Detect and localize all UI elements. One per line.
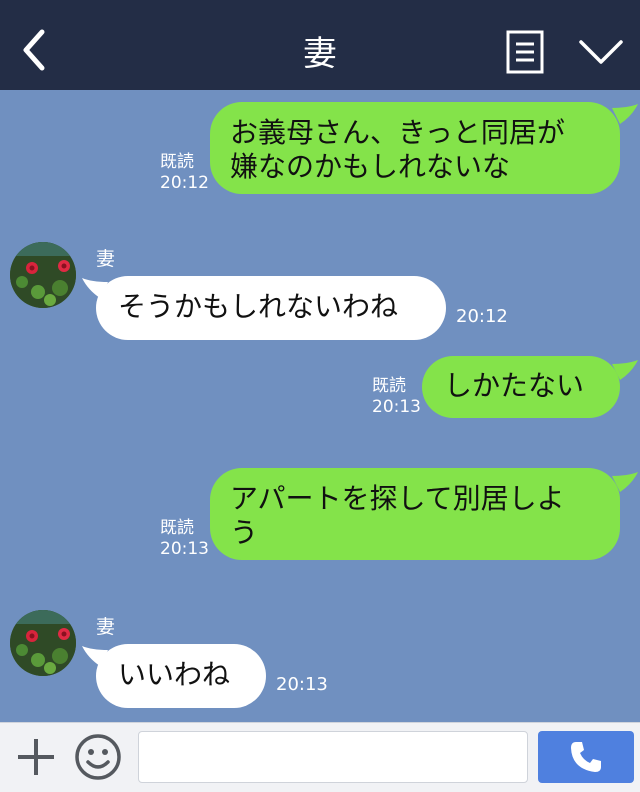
bubble-tail bbox=[612, 104, 638, 124]
bubble-tail bbox=[612, 360, 638, 380]
message-meta: 既読 20:12 bbox=[160, 152, 209, 194]
smiley-icon[interactable] bbox=[74, 733, 122, 781]
message-text: いいわね bbox=[118, 658, 231, 691]
menu-list-icon[interactable] bbox=[506, 30, 544, 74]
avatar-image bbox=[10, 610, 76, 676]
read-status: 既読 bbox=[160, 518, 194, 538]
chevron-down-icon[interactable] bbox=[578, 36, 624, 68]
outgoing-message-bubble[interactable]: アパートを探して別居しよ う bbox=[210, 468, 620, 560]
sender-name: 妻 bbox=[96, 248, 116, 270]
chat-title: 妻 bbox=[303, 34, 337, 74]
read-status: 既読 bbox=[372, 376, 406, 396]
message-time: 20:13 bbox=[160, 539, 209, 559]
message-time: 20:12 bbox=[456, 306, 508, 327]
chat-header: 妻 bbox=[0, 0, 640, 90]
outgoing-message-bubble[interactable]: しかたない bbox=[422, 356, 620, 418]
avatar[interactable] bbox=[10, 242, 76, 308]
message-time: 20:12 bbox=[160, 173, 209, 193]
incoming-message-bubble[interactable]: そうかもしれないわね bbox=[96, 276, 446, 340]
plus-icon[interactable] bbox=[14, 735, 58, 779]
chat-area[interactable]: 既読 20:12 お義母さん、きっと同居が 嫌なのかもしれないな 妻 そうかもし… bbox=[0, 90, 640, 722]
message-meta: 既読 20:13 bbox=[372, 376, 421, 418]
message-input-bar bbox=[0, 722, 640, 792]
message-time: 20:13 bbox=[276, 674, 328, 695]
message-text: お義母さん、きっと同居が 嫌なのかもしれないな bbox=[230, 116, 565, 183]
phone-icon bbox=[571, 742, 601, 772]
read-status: 既読 bbox=[160, 152, 194, 172]
bubble-tail bbox=[612, 472, 638, 492]
avatar-image bbox=[10, 242, 76, 308]
incoming-message-bubble[interactable]: いいわね bbox=[96, 644, 266, 708]
message-meta: 既読 20:13 bbox=[160, 518, 209, 560]
outgoing-message-bubble[interactable]: お義母さん、きっと同居が 嫌なのかもしれないな bbox=[210, 102, 620, 194]
avatar[interactable] bbox=[10, 610, 76, 676]
message-text: アパートを探して別居しよ う bbox=[230, 482, 565, 549]
message-text: しかたない bbox=[444, 369, 585, 402]
sender-name: 妻 bbox=[96, 616, 116, 638]
message-text: そうかもしれないわね bbox=[118, 290, 399, 323]
message-time: 20:13 bbox=[372, 397, 421, 417]
message-input[interactable] bbox=[138, 731, 528, 783]
call-button[interactable] bbox=[538, 731, 634, 783]
